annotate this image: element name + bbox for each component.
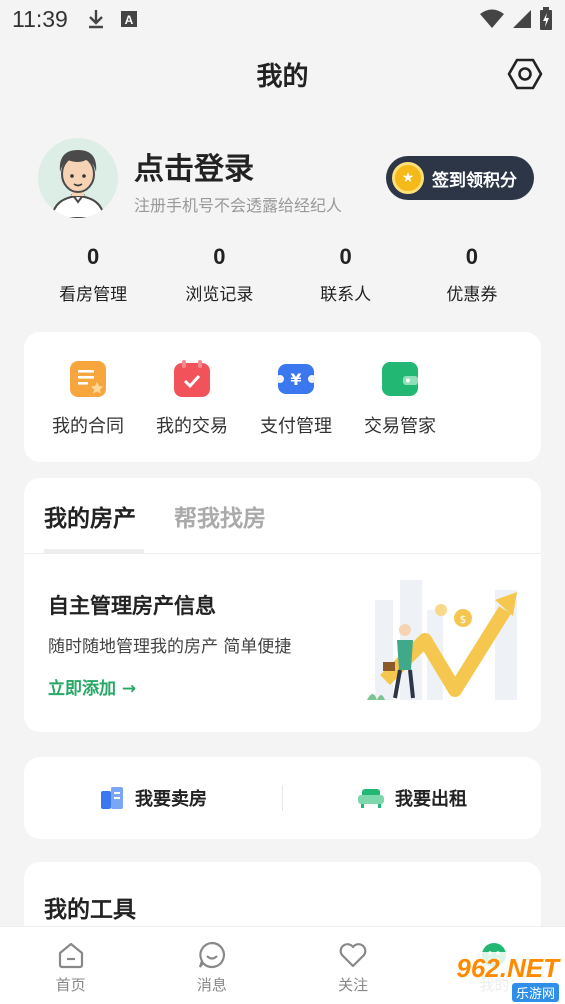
signin-points-button[interactable]: ★ 签到领积分	[386, 156, 534, 200]
login-link[interactable]: 点击登录	[134, 144, 254, 188]
stat-value: 0	[87, 244, 100, 269]
property-subtitle: 随时随地管理我的房产 简单便捷	[48, 637, 292, 657]
keyboard-a-icon: A	[120, 11, 137, 27]
profile-section: 点击登录 注册手机号不会透露给经纪人 ★ 签到领积分	[38, 138, 538, 220]
services-card: 我的合同 我的交易 ¥ 支付管理 交易管家	[24, 332, 541, 462]
watermark-sub: 乐游网	[511, 982, 559, 1002]
add-property-link[interactable]: 立即添加 →	[48, 674, 136, 699]
page-title: 我的	[256, 61, 309, 92]
stat-label: 联系人	[320, 285, 372, 305]
star-coin-icon: ★	[392, 162, 424, 194]
header: 我的	[0, 38, 565, 110]
stat-viewing[interactable]: 0 看房管理	[30, 244, 156, 314]
nav-messages[interactable]: 消息	[141, 927, 282, 1004]
active-tab-indicator	[44, 549, 144, 553]
stat-label: 优惠券	[446, 285, 498, 305]
wallet-icon	[382, 362, 418, 396]
service-label: 支付管理	[260, 416, 332, 437]
service-payment[interactable]: ¥ 支付管理	[244, 360, 348, 462]
battery-icon	[540, 7, 552, 30]
login-subtitle: 注册手机号不会透露给经纪人	[134, 196, 343, 215]
tab-my-property[interactable]: 我的房产	[44, 499, 136, 533]
stat-contacts[interactable]: 0 联系人	[283, 244, 409, 314]
stats-row: 0 看房管理 0 浏览记录 0 联系人 0 优惠券	[30, 244, 535, 314]
stat-label: 看房管理	[59, 285, 128, 305]
nav-label: 关注	[338, 976, 369, 994]
service-contract[interactable]: 我的合同	[36, 360, 140, 462]
service-label: 我的合同	[52, 416, 124, 437]
watermark-brand: 962.NET	[456, 952, 559, 983]
settings-gear-icon[interactable]	[507, 56, 543, 92]
service-label: 我的交易	[156, 416, 228, 437]
watermark-logo: 962.NET 乐游网	[425, 952, 565, 1004]
download-icon	[88, 10, 103, 29]
nav-label: 消息	[196, 976, 227, 994]
status-bar: 11:39 A	[0, 0, 565, 38]
stat-label: 浏览记录	[185, 285, 254, 305]
status-time: 11:39	[12, 5, 68, 32]
service-label: 交易管家	[364, 416, 436, 437]
growth-illustration-icon: $	[367, 580, 517, 700]
signal-icon	[513, 10, 531, 28]
message-icon	[198, 941, 225, 969]
nav-follow[interactable]: 关注	[283, 927, 424, 1004]
trade-icon	[174, 360, 210, 397]
sofa-icon	[358, 789, 384, 808]
stat-history[interactable]: 0 浏览记录	[156, 244, 282, 314]
payment-icon: ¥	[277, 364, 315, 394]
stat-value: 0	[213, 244, 226, 269]
signin-points-label: 签到领积分	[432, 170, 517, 191]
stat-value: 0	[465, 244, 478, 269]
stat-value: 0	[339, 244, 352, 269]
rent-out-button[interactable]: 我要出租	[283, 785, 541, 811]
svg-text:A: A	[125, 13, 134, 27]
home-icon	[58, 942, 83, 969]
property-title: 自主管理房产信息	[48, 594, 216, 618]
sell-house-label: 我要卖房	[135, 789, 207, 810]
service-steward[interactable]: 交易管家	[348, 360, 452, 462]
tab-find-house[interactable]: 帮我找房	[174, 499, 266, 533]
svg-text:$: $	[460, 613, 467, 626]
contract-icon	[70, 361, 106, 397]
nav-home[interactable]: 首页	[0, 927, 141, 1004]
wifi-icon	[480, 9, 504, 28]
avatar[interactable]	[38, 138, 118, 218]
sell-rent-card: 我要卖房 我要出租	[24, 757, 541, 839]
property-card: 我的房产 帮我找房 自主管理房产信息 随时随地管理我的房产 简单便捷 立即添加 …	[24, 478, 541, 732]
property-tabs: 我的房产 帮我找房	[24, 478, 541, 554]
nav-label: 首页	[55, 976, 86, 994]
tools-title: 我的工具	[44, 897, 136, 923]
user-avatar-icon	[50, 150, 106, 218]
sell-house-button[interactable]: 我要卖房	[24, 785, 282, 811]
service-trade[interactable]: 我的交易	[140, 360, 244, 462]
rent-out-label: 我要出租	[395, 789, 467, 810]
building-icon	[101, 787, 123, 809]
svg-text:¥: ¥	[290, 370, 301, 389]
stat-coupons[interactable]: 0 优惠券	[409, 244, 535, 314]
heart-icon	[339, 943, 367, 968]
